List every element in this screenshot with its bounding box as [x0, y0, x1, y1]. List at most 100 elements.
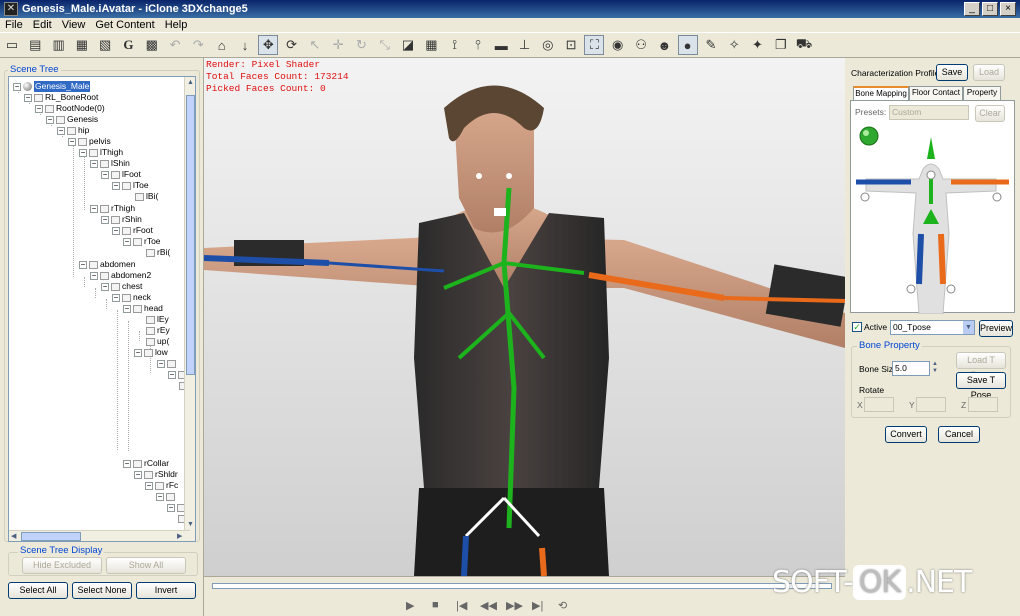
- tree-vertical-scrollbar[interactable]: ▲ ▼: [184, 77, 195, 541]
- axis-icon[interactable]: ⊥: [515, 35, 535, 55]
- copy-icon[interactable]: ❐: [771, 35, 791, 55]
- undo-icon[interactable]: ↶: [165, 35, 185, 55]
- plane-icon[interactable]: ▬: [491, 35, 511, 55]
- tree-node[interactable]: − pelvis: [68, 136, 111, 147]
- pack-icon[interactable]: ✧: [724, 35, 744, 55]
- sphere-icon[interactable]: ●: [677, 35, 698, 55]
- box-icon[interactable]: ◪: [398, 35, 418, 55]
- tree-horizontal-scrollbar[interactable]: ◀ ▶: [9, 530, 190, 541]
- tree-node[interactable]: − hip: [57, 125, 89, 136]
- timeline-slider[interactable]: [212, 583, 832, 589]
- cancel-button[interactable]: Cancel: [938, 426, 980, 443]
- bone-size-input[interactable]: 5.0: [892, 361, 930, 376]
- tree-node[interactable]: − head: [123, 303, 163, 314]
- loop-icon[interactable]: ⟲: [558, 599, 567, 612]
- tree-node[interactable]: − RL_BoneRoot: [24, 92, 98, 103]
- tree-node[interactable]: lBi(: [135, 191, 158, 202]
- play-icon[interactable]: ▶: [406, 599, 414, 612]
- rotate-y-input[interactable]: [916, 397, 946, 412]
- texture-icon[interactable]: ▩: [142, 35, 162, 55]
- tab-bone-mapping[interactable]: Bone Mapping: [853, 86, 909, 101]
- go-end-icon[interactable]: ▶|: [532, 599, 543, 612]
- tab-property[interactable]: Property: [963, 86, 1001, 100]
- move-icon[interactable]: ✥: [258, 35, 279, 55]
- presets-select[interactable]: Custom: [889, 105, 969, 120]
- tree-node[interactable]: −: [156, 491, 177, 502]
- rewind-icon[interactable]: ◀◀: [480, 599, 497, 612]
- tree-node[interactable]: − rThigh: [90, 203, 135, 214]
- open-file-icon[interactable]: ▭: [2, 35, 22, 55]
- menu-view[interactable]: View: [57, 19, 91, 31]
- maximize-button[interactable]: □: [982, 2, 998, 16]
- scroll-left-icon[interactable]: ◀: [11, 532, 16, 540]
- globe-icon[interactable]: ◎: [538, 35, 558, 55]
- convert-button[interactable]: Convert: [885, 426, 927, 443]
- tree-node[interactable]: − abdomen2: [90, 270, 151, 281]
- scroll-up-icon[interactable]: ▲: [187, 79, 194, 86]
- tree-node[interactable]: − neck: [112, 292, 151, 303]
- close-button[interactable]: ×: [1000, 2, 1016, 16]
- active-checkbox[interactable]: ✓: [852, 322, 862, 332]
- bone-size-stepper[interactable]: ▲ ▼: [930, 361, 940, 376]
- tree-node[interactable]: − RootNode(0): [35, 103, 105, 114]
- scroll-down-icon[interactable]: ▼: [187, 521, 194, 528]
- eye-icon[interactable]: ◉: [608, 35, 628, 55]
- scroll-thumb[interactable]: [21, 532, 81, 541]
- rotate-z-input[interactable]: [968, 397, 998, 412]
- tree-node[interactable]: − rShin: [101, 214, 142, 225]
- grid-icon[interactable]: ▦: [421, 35, 441, 55]
- tree-node[interactable]: rEy: [146, 325, 170, 336]
- cart-icon[interactable]: ⛟: [794, 35, 814, 55]
- fast-forward-icon[interactable]: ▶▶: [506, 599, 523, 612]
- tree-node[interactable]: − rToe: [123, 236, 161, 247]
- tree-node[interactable]: − Genesis: [46, 114, 98, 125]
- tree-node[interactable]: − rCollar: [123, 458, 169, 469]
- chevron-down-icon[interactable]: ▼: [963, 321, 974, 334]
- tree-node[interactable]: − lThigh: [79, 147, 123, 158]
- select-all-button[interactable]: Select All: [8, 582, 68, 599]
- scale-gizmo-icon[interactable]: ⤡: [375, 35, 395, 55]
- move-gizmo-icon[interactable]: ✛: [328, 35, 348, 55]
- tree-node[interactable]: lEy: [146, 314, 169, 325]
- tree-node[interactable]: − rShldr: [134, 469, 178, 480]
- menu-get-content[interactable]: Get Content: [90, 19, 159, 31]
- export-fbx-icon[interactable]: ▧: [95, 35, 115, 55]
- tree-node[interactable]: − lShin: [90, 158, 130, 169]
- tree-node[interactable]: − rFc: [145, 480, 178, 491]
- pin-icon[interactable]: ⫯: [468, 35, 488, 55]
- export-icon[interactable]: ▦: [72, 35, 92, 55]
- load-tpose-button[interactable]: Load T Pose: [956, 352, 1006, 380]
- go-start-icon[interactable]: |◀: [456, 599, 467, 612]
- bone-mapping-figure[interactable]: [851, 119, 1016, 314]
- tree-node[interactable]: rBi(: [146, 247, 170, 258]
- import-fbx-icon[interactable]: ▥: [49, 35, 69, 55]
- tree-node[interactable]: − Genesis_Male: [13, 81, 91, 92]
- import-icon[interactable]: ▤: [25, 35, 45, 55]
- wire-icon[interactable]: ⊡: [561, 35, 581, 55]
- rotate-x-input[interactable]: [864, 397, 894, 412]
- camera-icon[interactable]: ⛶: [584, 35, 605, 55]
- bone-icon[interactable]: ⟟: [445, 35, 465, 55]
- select-icon[interactable]: ↖: [305, 35, 325, 55]
- preview-button[interactable]: Preview: [979, 320, 1013, 337]
- save-tpose-button[interactable]: Save T Pose: [956, 372, 1006, 400]
- 3d-viewport[interactable]: Render: Pixel Shader Total Faces Count: …: [204, 58, 845, 576]
- select-none-button[interactable]: Select None: [72, 582, 132, 599]
- scroll-right-icon[interactable]: ▶: [177, 532, 182, 540]
- tree-node[interactable]: − chest: [101, 281, 142, 292]
- redo-icon[interactable]: ↷: [188, 35, 208, 55]
- g-icon[interactable]: G: [118, 35, 138, 55]
- tree-node[interactable]: −: [157, 358, 178, 369]
- face-icon[interactable]: ☻: [654, 35, 674, 55]
- rotate-gizmo-icon[interactable]: ↻: [351, 35, 371, 55]
- tree-node[interactable]: up(: [146, 336, 169, 347]
- tab-floor-contact[interactable]: Floor Contact: [909, 86, 963, 100]
- tree-node[interactable]: − lFoot: [101, 169, 141, 180]
- pack2-icon[interactable]: ✦: [748, 35, 768, 55]
- home-icon[interactable]: ⌂: [212, 35, 232, 55]
- menu-edit[interactable]: Edit: [28, 19, 57, 31]
- tree-node[interactable]: − rFoot: [112, 225, 153, 236]
- show-all-button[interactable]: Show All: [106, 557, 186, 574]
- save-profile-button[interactable]: Save: [936, 64, 968, 81]
- scroll-thumb[interactable]: [186, 95, 195, 375]
